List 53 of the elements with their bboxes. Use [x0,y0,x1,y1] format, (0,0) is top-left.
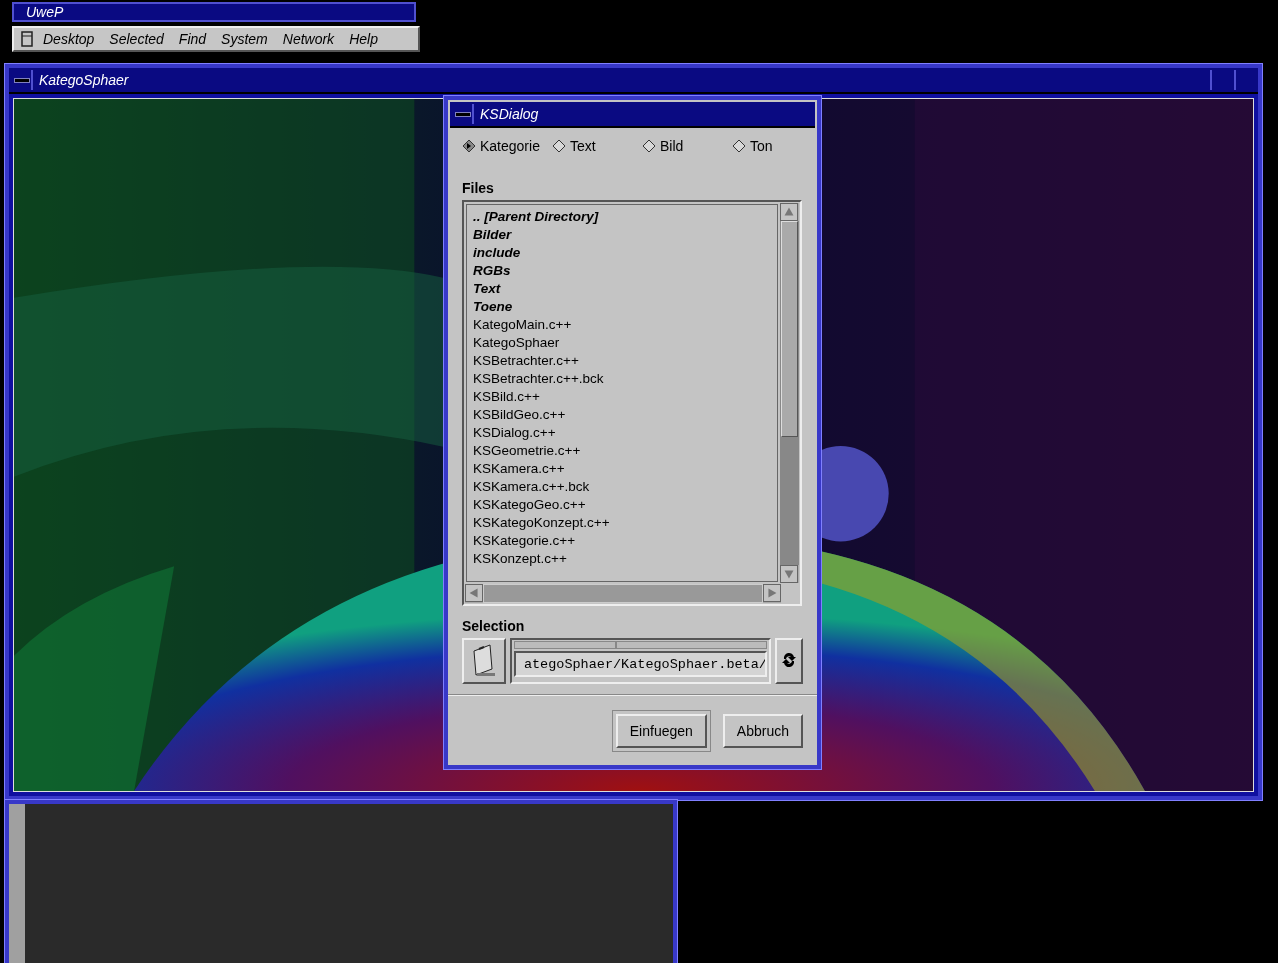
toolchest-title: UweP [26,4,64,20]
file-item[interactable]: KSKamera.c++ [473,460,777,478]
file-item[interactable]: KSBetrachter.c++.bck [473,370,777,388]
radio-button[interactable]: Bild [642,138,732,154]
window-menu-icon[interactable] [452,104,474,124]
file-item[interactable]: KSBild.c++ [473,388,777,406]
file-item[interactable]: KSKonzept.c++ [473,550,777,568]
scroll-up-icon[interactable] [780,203,798,221]
radio-diamond-icon[interactable] [552,139,566,153]
radio-diamond-icon[interactable] [642,139,656,153]
vertical-scrollbar[interactable] [780,203,799,583]
menu-item[interactable]: Help [349,31,378,47]
window-menu-icon[interactable] [11,70,33,90]
file-item[interactable]: KSDialog.c++ [473,424,777,442]
folder-item[interactable]: RGBs [473,262,777,280]
folder-item[interactable]: Bilder [473,226,777,244]
file-item[interactable]: KSKategoGeo.c++ [473,496,777,514]
radio-diamond-icon[interactable] [732,139,746,153]
radio-button[interactable]: Text [552,138,642,154]
selection-label: Selection [462,618,526,636]
radio-button[interactable]: Ton [732,138,773,154]
scroll-down-icon[interactable] [780,565,798,583]
menu-item[interactable]: Selected [109,31,164,47]
horizontal-scrollbar[interactable] [465,584,781,603]
window-title: KategoSphaer [39,72,129,88]
refresh-button[interactable] [775,638,803,684]
file-item[interactable]: KSKategoKonzept.c++ [473,514,777,532]
file-item[interactable]: KSGeometrie.c++ [473,442,777,460]
menu-item[interactable]: Desktop [43,31,95,47]
dialog-title: KSDialog [480,106,539,122]
scroll-right-icon[interactable] [763,584,781,602]
insert-button[interactable]: Einfuegen [615,714,707,748]
file-item[interactable]: KSBildGeo.c++ [473,406,777,424]
folder-item[interactable]: Text [473,280,777,298]
scroll-left-icon[interactable] [465,584,483,602]
radio-diamond-icon[interactable] [462,139,476,153]
files-label: Files [462,180,495,198]
folder-item[interactable]: .. [Parent Directory] [473,208,777,226]
file-item[interactable]: KSKamera.c++.bck [473,478,777,496]
file-item[interactable]: KSBetrachter.c++ [473,352,777,370]
radio-button[interactable]: Kategorie [462,138,552,154]
file-item[interactable]: KSKategorie.c++ [473,532,777,550]
folder-item[interactable]: Toene [473,298,777,316]
menu-item[interactable]: Find [178,31,207,47]
file-item[interactable]: KategoSphaer [473,334,777,352]
folder-item[interactable]: include [473,244,777,262]
toolchest-icon[interactable] [21,31,33,47]
menu-item[interactable]: System [221,31,268,47]
menu-item[interactable]: Network [282,31,335,47]
scrollbar[interactable] [9,804,25,963]
file-item[interactable]: KategoMain.c++ [473,316,777,334]
folder-button[interactable] [462,638,506,684]
cancel-button[interactable]: Abbruch [722,714,803,748]
